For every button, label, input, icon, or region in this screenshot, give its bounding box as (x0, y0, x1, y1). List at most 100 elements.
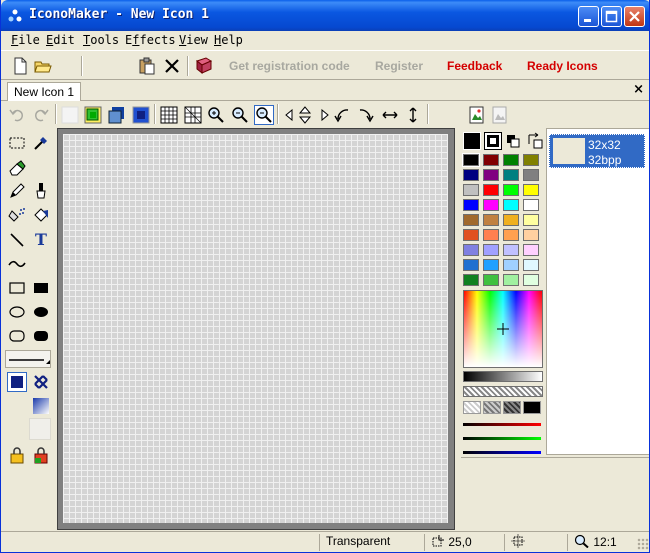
palette-swatch[interactable] (523, 274, 539, 286)
rectangle-filled-icon[interactable] (31, 278, 51, 298)
menu-file[interactable]: File (11, 33, 40, 47)
fill-style-solid-icon[interactable] (7, 372, 27, 392)
text-tool-icon[interactable]: T (31, 230, 51, 250)
brightness-slider[interactable] (463, 371, 543, 382)
rotate-right-icon[interactable] (356, 105, 376, 125)
size-item-32x32[interactable]: 32x32 32bpp (549, 134, 645, 168)
palette-swatch[interactable] (523, 199, 539, 211)
palette-swatch[interactable] (483, 244, 499, 256)
palette-swatch[interactable] (523, 259, 539, 271)
screen-color-icon[interactable] (484, 132, 502, 150)
alpha-slider[interactable] (463, 386, 543, 397)
flip-vertical-icon[interactable] (403, 105, 423, 125)
menu-effects[interactable]: Effects (125, 33, 176, 47)
palette-swatch[interactable] (503, 244, 519, 256)
undo-icon[interactable] (7, 105, 27, 125)
grid-3d-icon[interactable] (183, 105, 203, 125)
close-button[interactable] (624, 6, 645, 27)
palette-swatch[interactable] (503, 154, 519, 166)
paste-icon[interactable] (137, 56, 157, 76)
book-icon[interactable] (194, 56, 214, 76)
open-folder-icon[interactable] (33, 56, 53, 76)
layer-blue-icon[interactable] (107, 105, 127, 125)
palette-swatch[interactable] (523, 154, 539, 166)
minimize-button[interactable] (578, 6, 599, 27)
ellipse-filled-icon[interactable] (31, 302, 51, 322)
palette-swatch[interactable] (503, 214, 519, 226)
ellipse-outline-icon[interactable] (7, 302, 27, 322)
swap-colors-icon[interactable] (526, 132, 544, 150)
palette-swatch[interactable] (483, 154, 499, 166)
transparent-mode-icon[interactable] (60, 105, 80, 125)
palette-swatch[interactable] (503, 199, 519, 211)
zoom-actual-icon[interactable] (254, 105, 274, 125)
line-width-selector[interactable] (5, 350, 51, 368)
palette-swatch[interactable] (463, 274, 479, 286)
palette-swatch[interactable] (523, 244, 539, 256)
alpha-preset-1[interactable] (463, 401, 481, 414)
layer-navy-icon[interactable] (131, 105, 151, 125)
palette-swatch[interactable] (483, 259, 499, 271)
palette-swatch[interactable] (503, 169, 519, 181)
pencil-icon[interactable] (7, 181, 27, 201)
lock-color-icon[interactable] (31, 445, 51, 465)
line-tool-icon[interactable] (7, 230, 27, 250)
layer-green-icon[interactable] (83, 105, 103, 125)
eraser-icon[interactable] (7, 158, 27, 178)
grid-toggle-icon[interactable] (159, 105, 179, 125)
rounded-rect-filled-icon[interactable] (31, 326, 51, 346)
alpha-preset-2[interactable] (483, 401, 501, 414)
primary-color-swatch[interactable] (463, 132, 481, 150)
shift-right-icon[interactable] (314, 105, 334, 125)
green-channel-slider[interactable] (463, 437, 541, 440)
palette-swatch[interactable] (503, 259, 519, 271)
palette-swatch[interactable] (463, 169, 479, 181)
red-channel-slider[interactable] (463, 423, 541, 426)
menu-help[interactable]: Help (214, 33, 243, 47)
zoom-in-icon[interactable] (206, 105, 226, 125)
palette-swatch[interactable] (463, 229, 479, 241)
palette-swatch[interactable] (483, 184, 499, 196)
flip-horizontal-icon[interactable] (380, 105, 400, 125)
palette-swatch[interactable] (523, 229, 539, 241)
inverse-color-icon[interactable] (505, 132, 523, 150)
palette-swatch[interactable] (462, 153, 480, 167)
palette-swatch[interactable] (463, 184, 479, 196)
delete-icon[interactable] (162, 56, 182, 76)
rectangle-outline-icon[interactable] (7, 278, 27, 298)
register-button[interactable]: Register (375, 59, 423, 73)
color-spectrum-picker[interactable] (463, 290, 543, 368)
shift-up-down-icon[interactable] (295, 105, 315, 125)
palette-swatch[interactable] (523, 214, 539, 226)
get-registration-code-button[interactable]: Get registration code (229, 59, 350, 73)
resize-grip[interactable] (637, 538, 649, 550)
gradient-icon[interactable] (31, 396, 51, 416)
lock-transparency-icon[interactable] (7, 445, 27, 465)
icon-canvas[interactable] (63, 134, 448, 523)
palette-swatch[interactable] (483, 274, 499, 286)
export-image-icon[interactable] (490, 105, 510, 125)
select-rectangle-icon[interactable] (7, 133, 27, 153)
palette-swatch[interactable] (503, 229, 519, 241)
ready-icons-button[interactable]: Ready Icons (527, 59, 598, 73)
redo-icon[interactable] (31, 105, 51, 125)
menu-edit[interactable]: Edit (46, 33, 75, 47)
import-image-icon[interactable] (467, 105, 487, 125)
palette-swatch[interactable] (523, 184, 539, 196)
tab-new-icon-1[interactable]: New Icon 1 (7, 82, 82, 101)
palette-swatch[interactable] (503, 184, 519, 196)
palette-swatch[interactable] (483, 199, 499, 211)
palette-swatch[interactable] (483, 229, 499, 241)
palette-swatch[interactable] (463, 259, 479, 271)
palette-swatch[interactable] (503, 274, 519, 286)
airbrush-icon[interactable] (7, 205, 27, 225)
alpha-preset-3[interactable] (503, 401, 521, 414)
palette-swatch[interactable] (463, 244, 479, 256)
palette-swatch[interactable] (463, 214, 479, 226)
palette-swatch[interactable] (523, 169, 539, 181)
menu-tools[interactable]: Tools (83, 33, 119, 47)
fill-bucket-icon[interactable] (31, 205, 51, 225)
zoom-out-icon[interactable] (230, 105, 250, 125)
fill-style-pattern-icon[interactable] (31, 372, 51, 392)
color-picker-icon[interactable] (31, 133, 51, 153)
